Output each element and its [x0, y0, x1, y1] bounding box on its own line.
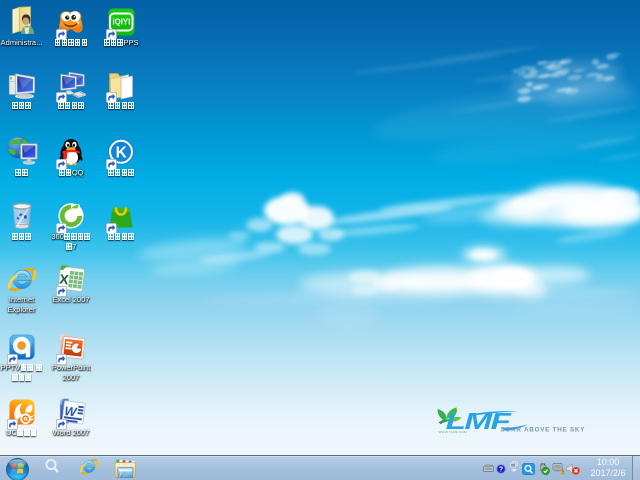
svg-text:iQIYI: iQIYI [113, 18, 131, 27]
svg-text:SOAR ABOVE THE SKY: SOAR ABOVE THE SKY [501, 427, 586, 434]
svg-text:?: ? [499, 467, 503, 474]
svg-text:K: K [116, 145, 128, 162]
